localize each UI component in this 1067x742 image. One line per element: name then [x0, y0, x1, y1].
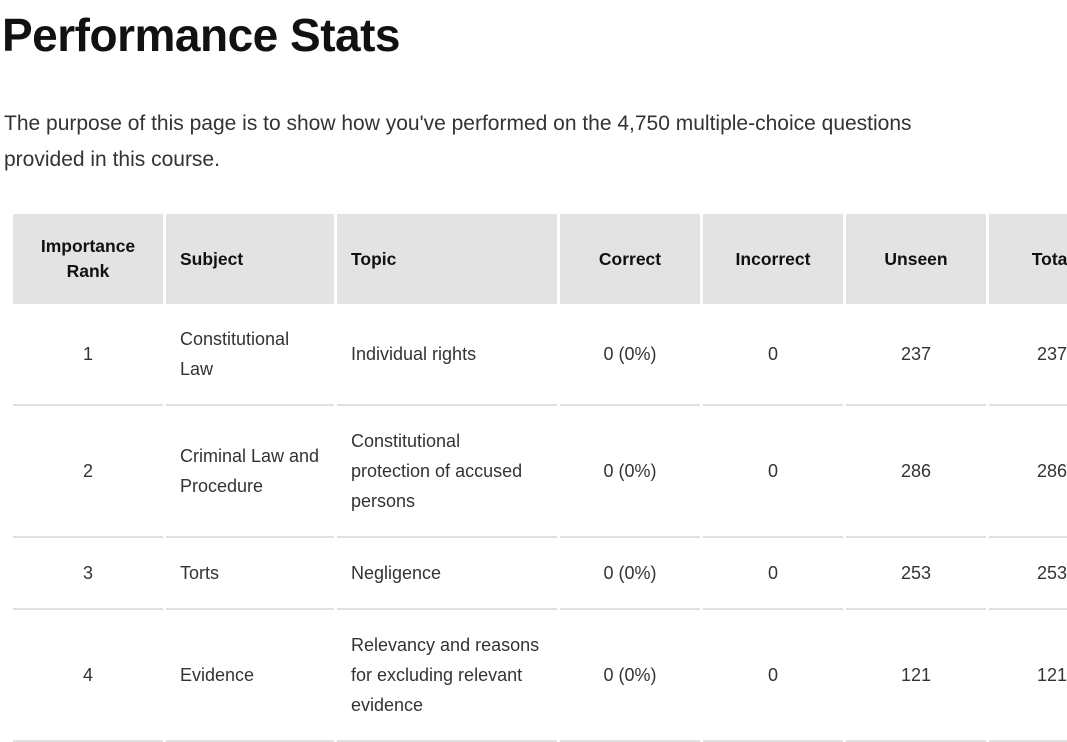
cell-correct: 0 (0%) [560, 610, 700, 742]
column-header-unseen[interactable]: Unseen [846, 214, 986, 304]
cell-subject: Evidence [166, 610, 334, 742]
table-row: 3 Torts Negligence 0 (0%) 0 253 253 [13, 538, 1067, 610]
page-description: The purpose of this page is to show how … [2, 64, 989, 178]
cell-incorrect: 0 [703, 538, 843, 610]
cell-importance-rank: 4 [13, 610, 163, 742]
table-header: Importance Rank Subject Topic Correct In… [13, 214, 1067, 304]
cell-subject: Constitutional Law [166, 304, 334, 406]
column-header-subject[interactable]: Subject [166, 214, 334, 304]
cell-correct: 0 (0%) [560, 304, 700, 406]
cell-unseen: 253 [846, 538, 986, 610]
performance-stats-page: Performance Stats The purpose of this pa… [0, 0, 1067, 710]
table-row: 4 Evidence Relevancy and reasons for exc… [13, 610, 1067, 742]
cell-correct: 0 (0%) [560, 538, 700, 610]
cell-unseen: 121 [846, 610, 986, 742]
cell-subject: Torts [166, 538, 334, 610]
cell-importance-rank: 3 [13, 538, 163, 610]
page-title: Performance Stats [2, 0, 1059, 64]
table-row: 1 Constitutional Law Individual rights 0… [13, 304, 1067, 406]
table-row: 2 Criminal Law and Procedure Constitutio… [13, 406, 1067, 538]
column-header-correct[interactable]: Correct [560, 214, 700, 304]
table-header-row: Importance Rank Subject Topic Correct In… [13, 214, 1067, 304]
cell-topic: Individual rights [337, 304, 557, 406]
performance-stats-table: Importance Rank Subject Topic Correct In… [10, 214, 1067, 742]
cell-total: 121 [989, 610, 1067, 742]
cell-importance-rank: 2 [13, 406, 163, 538]
cell-topic: Negligence [337, 538, 557, 610]
cell-correct: 0 (0%) [560, 406, 700, 538]
cell-incorrect: 0 [703, 406, 843, 538]
cell-incorrect: 0 [703, 304, 843, 406]
cell-total: 237 [989, 304, 1067, 406]
stats-table-container: Importance Rank Subject Topic Correct In… [2, 214, 1059, 742]
column-header-topic[interactable]: Topic [337, 214, 557, 304]
column-header-incorrect[interactable]: Incorrect [703, 214, 843, 304]
cell-importance-rank: 1 [13, 304, 163, 406]
table-body: 1 Constitutional Law Individual rights 0… [13, 304, 1067, 742]
cell-unseen: 237 [846, 304, 986, 406]
cell-total: 286 [989, 406, 1067, 538]
cell-subject: Criminal Law and Procedure [166, 406, 334, 538]
column-header-importance-rank[interactable]: Importance Rank [13, 214, 163, 304]
cell-incorrect: 0 [703, 610, 843, 742]
column-header-total[interactable]: Total [989, 214, 1067, 304]
cell-total: 253 [989, 538, 1067, 610]
cell-topic: Relevancy and reasons for excluding rele… [337, 610, 557, 742]
cell-unseen: 286 [846, 406, 986, 538]
cell-topic: Constitutional protection of accused per… [337, 406, 557, 538]
